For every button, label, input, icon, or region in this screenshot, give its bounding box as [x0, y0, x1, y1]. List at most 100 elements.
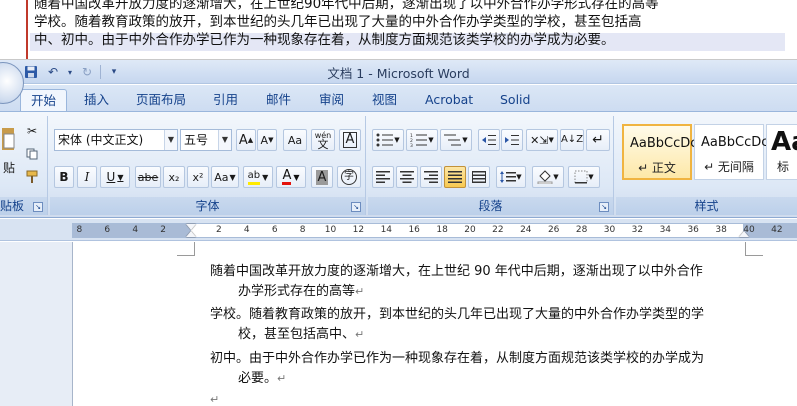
change-case-button[interactable]: Aa ▼ — [211, 166, 239, 188]
tab-insert[interactable]: 插入 — [74, 89, 119, 111]
shrink-font-button[interactable]: A ▼ — [257, 129, 277, 151]
ruler-tick-label: 36 — [687, 225, 699, 235]
tab-review[interactable]: 审阅 — [309, 89, 354, 111]
ruler-tick-label: 6 — [271, 225, 278, 235]
show-hide-marks-button[interactable]: ↵ — [586, 129, 610, 151]
tab-solid[interactable]: Solid — [490, 89, 540, 111]
bold-button[interactable]: B — [54, 166, 74, 188]
ruler-tick-label: 4 — [132, 225, 139, 235]
paste-button[interactable]: 贴 — [0, 158, 18, 176]
font-group: 宋体 (中文正文) ▼ 五号 ▼ A ▲ A ▼ Aa wén 文 A B I U ▼ … — [50, 116, 366, 215]
font-color-label: A — [282, 168, 292, 185]
font-color-button[interactable]: A ▼ — [276, 166, 306, 188]
crop-mark-left — [177, 242, 195, 256]
character-shading-button[interactable]: A — [311, 166, 333, 188]
paragraph-mark: ↵ — [355, 328, 365, 341]
align-left-button[interactable] — [372, 166, 394, 188]
source-text-line-3: 中、初中。由于中外合作办学已作为一种现象存在着，从制度方面规范该类学校的办学成为… — [34, 32, 615, 48]
multilevel-list-button[interactable]: ▼ — [440, 129, 472, 151]
empty-paragraph[interactable]: ↵ — [210, 390, 758, 406]
enclose-characters-button[interactable]: 字 — [337, 166, 361, 188]
style-heading-card[interactable]: Aa 标 — [766, 124, 797, 180]
increase-indent-button[interactable] — [501, 129, 523, 151]
font-family-select[interactable]: 宋体 (中文正文) ▼ — [54, 129, 178, 151]
source-text-line-2: 学校。随着教育政策的放开，到本世纪的头几年已出现了大量的中外合作办学类型的学校，… — [34, 14, 642, 30]
ruler-tick-label: 6 — [104, 225, 111, 235]
paragraph-1-line-2: 办学形式存在的高等 — [238, 284, 356, 299]
copy-icon[interactable] — [22, 143, 42, 165]
style-no-spacing-card[interactable]: AaBbCcDc ↵ 无间隔 — [694, 124, 768, 180]
numbering-button[interactable]: 1 2 3 ▼ — [406, 129, 438, 151]
tab-references[interactable]: 引用 — [203, 89, 248, 111]
distributed-align-button[interactable] — [468, 166, 490, 188]
clear-format-button[interactable]: Aa — [283, 129, 307, 151]
tab-acrobat[interactable]: Acrobat — [415, 89, 483, 111]
paste-icon[interactable] — [0, 124, 18, 154]
format-painter-icon[interactable] — [22, 166, 42, 188]
borders-icon — [574, 170, 588, 184]
line-spacing-button[interactable]: ▼ — [496, 166, 526, 188]
ruler-tick-label: 12 — [352, 225, 365, 235]
distributed-align-icon — [472, 171, 486, 183]
sort-button[interactable]: A↓Z — [560, 129, 584, 151]
italic-button[interactable]: I — [77, 166, 97, 188]
style-normal-card[interactable]: AaBbCcDc ↵ 正文 — [622, 124, 697, 180]
phonetic-guide-button[interactable]: wén 文 — [311, 129, 335, 151]
paragraph-group-label: 段落 — [368, 197, 613, 215]
cut-icon[interactable]: ✂ — [22, 120, 42, 142]
ruler-tick-label: 18 — [436, 225, 448, 235]
ruler-tick-label: 2 — [160, 225, 166, 235]
tab-mailings[interactable]: 邮件 — [256, 89, 301, 111]
tab-home[interactable]: 开始 — [20, 89, 68, 111]
character-border-button[interactable]: A — [339, 129, 361, 151]
shading-button[interactable]: ▼ — [532, 166, 564, 188]
paragraph-dialog-launcher-icon[interactable]: ↘ — [599, 202, 609, 212]
decrease-indent-icon — [482, 135, 496, 145]
align-right-button[interactable] — [420, 166, 442, 188]
paragraph-1[interactable]: 随着中国改革开放力度的逐渐增大，在上世纪 90 年代中后期，逐渐出现了以中外合作… — [210, 262, 758, 302]
character-border-label: A — [342, 132, 358, 148]
ruler-tick-label: 24 — [520, 225, 532, 235]
increase-indent-icon — [505, 135, 519, 145]
styles-group: AaBbCcDc ↵ 正文 AaBbCcDc ↵ 无间隔 Aa 标 样式 — [616, 116, 797, 215]
borders-button[interactable]: ▼ — [568, 166, 600, 188]
right-indent-marker[interactable] — [739, 231, 749, 237]
paragraph-3-line-2: 必要。 — [238, 371, 278, 386]
hanging-indent-marker[interactable] — [186, 231, 196, 237]
style-heading-sample: Aa — [771, 127, 797, 157]
chinese-layout-button[interactable]: ✕⇲ ▼ — [526, 129, 558, 151]
font-dialog-launcher-icon[interactable]: ↘ — [351, 202, 361, 212]
paragraph-1-line-1: 随着中国改革开放力度的逐渐增大，在上世纪 90 年代中后期，逐渐出现了以中外合作 — [210, 264, 703, 279]
chevron-down-icon: ▼ — [164, 130, 177, 150]
first-line-indent-marker[interactable] — [186, 224, 196, 230]
clipboard-dialog-launcher-icon[interactable]: ↘ — [33, 202, 43, 212]
align-right-icon — [424, 171, 438, 183]
horizontal-ruler[interactable]: 8 6 4 2 2 4 6 8 10 12 14 16 18 20 22 24 26 28 30 32 34 36 38 40… — [72, 223, 797, 238]
style-heading-name: 标 — [777, 160, 790, 174]
source-text-line-1: 随着中国改革开放力度的逐渐增大，在上世纪90年代中后期，逐渐出现了以中外合作办学… — [34, 0, 659, 12]
grow-font-button[interactable]: A ▲ — [236, 129, 256, 151]
decrease-indent-button[interactable] — [478, 129, 500, 151]
superscript-button[interactable]: x² — [187, 166, 209, 188]
justify-icon — [448, 171, 462, 183]
bullets-button[interactable]: ▼ — [372, 129, 404, 151]
paragraph-2[interactable]: 学校。随着教育政策的放开，到本世纪的头几年已出现了大量的中外合作办学类型的学 校… — [210, 305, 758, 345]
paragraph-3[interactable]: 初中。由于中外合作办学已作为一种现象存在着，从制度方面规范该类学校的办学成为 必… — [210, 349, 758, 389]
strikethrough-button[interactable]: abe — [135, 166, 161, 188]
font-group-label: 字体 — [50, 197, 365, 215]
subscript-button[interactable]: x₂ — [163, 166, 185, 188]
font-size-select[interactable]: 五号 ▼ — [180, 129, 232, 151]
tab-view[interactable]: 视图 — [362, 89, 407, 111]
underline-button[interactable]: U ▼ — [100, 166, 130, 188]
ruler-tick-label: 20 — [464, 225, 476, 235]
justify-button[interactable] — [444, 166, 466, 188]
ruler-tick-label: 38 — [715, 225, 727, 235]
ribbon-tab-bar: 开始 插入 页面布局 引用 邮件 审阅 视图 Acrobat Solid — [0, 85, 797, 112]
align-center-button[interactable] — [396, 166, 418, 188]
highlight-button[interactable]: ab ▼ — [243, 166, 273, 188]
ruler-tick-label: 42 — [771, 225, 783, 235]
style-normal-sample: AaBbCcDc — [630, 136, 698, 151]
ruler-tick-label: 30 — [603, 225, 616, 235]
ruler-tick-label: 34 — [659, 225, 672, 235]
tab-page-layout[interactable]: 页面布局 — [126, 89, 196, 111]
